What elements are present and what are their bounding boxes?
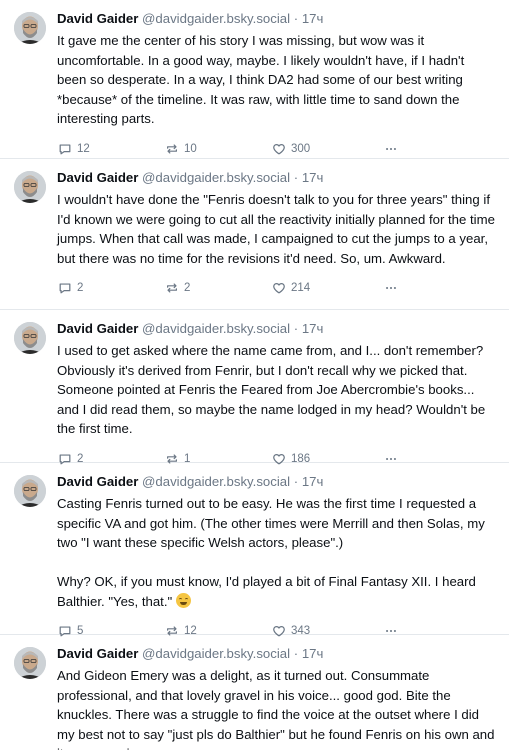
- author-handle[interactable]: @davidgaider.bsky.social: [142, 646, 290, 661]
- avatar[interactable]: [14, 171, 46, 203]
- post-age[interactable]: 17ч: [302, 321, 324, 336]
- post-thread: David Gaider @davidgaider.bsky.social · …: [0, 0, 509, 750]
- author-handle[interactable]: @davidgaider.bsky.social: [142, 474, 290, 489]
- separator-dot: ·: [293, 11, 299, 26]
- separator-dot: ·: [293, 646, 299, 661]
- like-icon: [273, 143, 285, 154]
- avatar[interactable]: [14, 322, 46, 354]
- post-text: I used to get asked where the name came …: [57, 343, 489, 436]
- repost-button[interactable]: 10: [165, 140, 197, 158]
- post[interactable]: David Gaider @davidgaider.bsky.social · …: [0, 159, 509, 310]
- post[interactable]: David Gaider @davidgaider.bsky.social · …: [0, 463, 509, 637]
- post-header: David Gaider @davidgaider.bsky.social · …: [57, 473, 495, 491]
- post-text: Casting Fenris turned out to be easy. He…: [57, 494, 495, 611]
- avatar[interactable]: [14, 12, 46, 44]
- post-age[interactable]: 17ч: [302, 474, 324, 489]
- avatar[interactable]: [14, 475, 46, 507]
- author-handle[interactable]: @davidgaider.bsky.social: [142, 170, 290, 185]
- reply-count: 12: [77, 142, 90, 155]
- reply-icon: [59, 283, 71, 294]
- post-header: David Gaider @davidgaider.bsky.social · …: [57, 645, 495, 663]
- separator-dot: ·: [293, 170, 299, 185]
- like-button[interactable]: 214: [272, 279, 310, 297]
- post-age[interactable]: 17ч: [302, 170, 324, 185]
- repost-icon: [167, 283, 177, 293]
- reply-button[interactable]: 12: [58, 140, 90, 158]
- reply-button[interactable]: 2: [58, 279, 83, 297]
- repost-count: 10: [184, 142, 197, 155]
- reply-count: 2: [77, 282, 84, 294]
- post-header: David Gaider @davidgaider.bsky.social · …: [57, 10, 495, 28]
- post-age[interactable]: 17ч: [302, 11, 324, 26]
- post[interactable]: David Gaider @davidgaider.bsky.social · …: [0, 635, 509, 750]
- more-options-button[interactable]: [384, 279, 398, 297]
- repost-button[interactable]: 2: [165, 279, 190, 297]
- separator-dot: ·: [293, 474, 299, 489]
- more-icon: [386, 147, 396, 150]
- post[interactable]: David Gaider @davidgaider.bsky.social · …: [0, 310, 509, 465]
- post-header: David Gaider @davidgaider.bsky.social · …: [57, 169, 495, 187]
- like-count: 300: [291, 142, 311, 155]
- repost-icon: [167, 143, 177, 154]
- repost-count: 2: [184, 282, 191, 294]
- post-header: David Gaider @davidgaider.bsky.social · …: [57, 320, 495, 338]
- grinning-sweat-emoji: [175, 592, 191, 608]
- author-name[interactable]: David Gaider: [57, 646, 138, 661]
- like-button[interactable]: 300: [272, 140, 310, 158]
- like-icon: [273, 283, 285, 294]
- post-actions: 2 2 214: [57, 279, 495, 297]
- author-name[interactable]: David Gaider: [57, 474, 138, 489]
- author-handle[interactable]: @davidgaider.bsky.social: [142, 321, 290, 336]
- post-actions: 12 10 300: [57, 140, 495, 158]
- like-count: 214: [291, 282, 311, 294]
- reply-icon: [59, 143, 71, 154]
- author-name[interactable]: David Gaider: [57, 321, 138, 336]
- separator-dot: ·: [293, 321, 299, 336]
- more-options-button[interactable]: [384, 140, 398, 158]
- author-name[interactable]: David Gaider: [57, 170, 138, 185]
- post-text: It gave me the center of his story I was…: [57, 33, 468, 126]
- post-text: I wouldn't have done the "Fenris doesn't…: [57, 192, 499, 266]
- author-handle[interactable]: @davidgaider.bsky.social: [142, 11, 290, 26]
- post-text-body: Casting Fenris turned out to be easy. He…: [57, 496, 485, 609]
- avatar[interactable]: [14, 647, 46, 679]
- post[interactable]: David Gaider @davidgaider.bsky.social · …: [0, 0, 509, 159]
- author-name[interactable]: David Gaider: [57, 11, 138, 26]
- more-icon: [386, 286, 396, 290]
- post-age[interactable]: 17ч: [302, 646, 324, 661]
- post-text: And Gideon Emery was a delight, as it tu…: [57, 668, 495, 750]
